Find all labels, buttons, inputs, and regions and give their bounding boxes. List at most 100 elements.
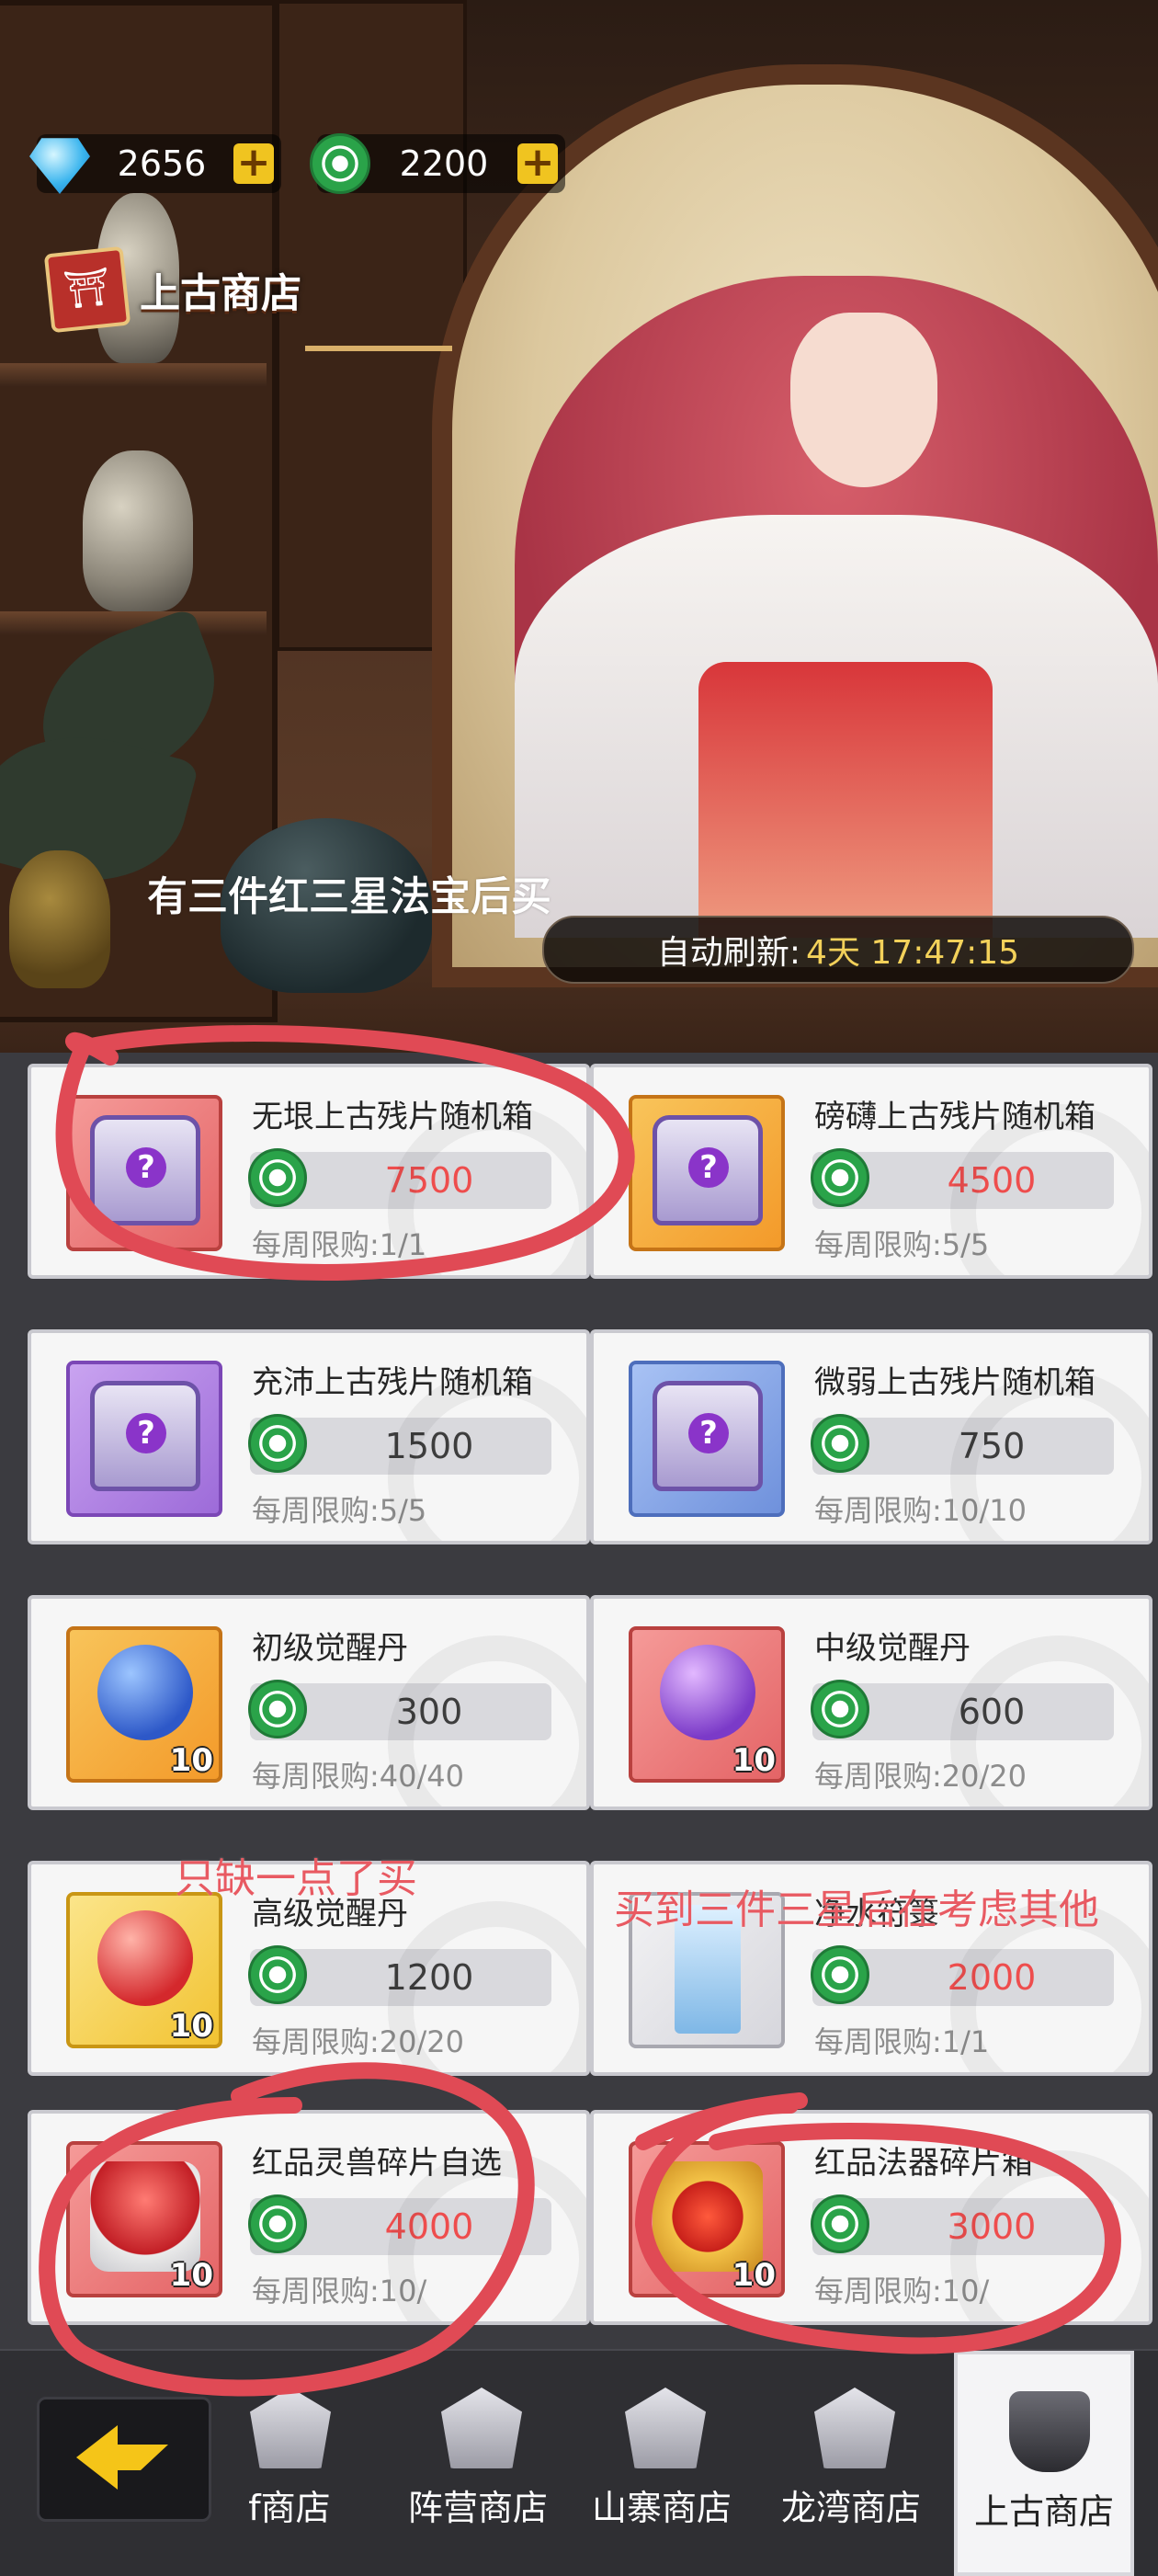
weekly-limit: 每周限购:10/10 — [814, 1493, 1027, 1528]
diamond-value: 2656 — [117, 143, 207, 184]
shop-banner: 2656 + 2200 + ⛩ 上古商店 自动刷新: 4天 17:47:15 有… — [0, 0, 1158, 1053]
item-icon-frame: 10 — [66, 1626, 222, 1783]
jade-coin-icon — [811, 1945, 869, 2004]
item-icon-frame — [629, 1095, 785, 1251]
item-name: 红品法器碎片箱 — [814, 2145, 1033, 2182]
item-name: 无垠上古残片随机箱 — [252, 1099, 533, 1135]
shop-item-grid: 无垠上古残片随机箱 7500 每周限购:1/1 磅礴上古残片随机箱 4500 每… — [0, 1053, 1158, 2349]
vase-decoration — [83, 450, 193, 611]
add-jade-button[interactable]: + — [517, 142, 558, 184]
tab-shop-1[interactable]: f商店 — [221, 2351, 358, 2576]
jade-coin-icon — [248, 1680, 307, 1738]
awakening-pill-icon — [660, 1645, 755, 1740]
item-quantity: 10 — [169, 2008, 213, 2045]
shopkeeper-skirt — [698, 662, 993, 938]
weekly-limit: 每周限购:1/1 — [252, 1227, 427, 1262]
shop-tab-icon — [250, 2388, 331, 2468]
annotation-top-note: 有三件红三星法宝后买 — [147, 873, 552, 921]
weekly-limit: 每周限购:20/20 — [252, 2024, 465, 2059]
tab-label: f商店 — [248, 2488, 331, 2528]
treasure-chest-icon — [90, 1381, 200, 1491]
red-beast-chest-icon — [90, 2161, 200, 2272]
jade-value: 2200 — [399, 143, 489, 184]
item-price: 3000 — [947, 2206, 1037, 2247]
item-quantity: 10 — [169, 2257, 213, 2294]
annotation-mid-note: 只缺一点了买 — [175, 1855, 417, 1902]
shop-item-card[interactable]: 无垠上古残片随机箱 7500 每周限购:1/1 — [28, 1064, 590, 1279]
item-quantity: 10 — [169, 1742, 213, 1779]
item-price: 7500 — [384, 1160, 474, 1201]
shop-item-card[interactable]: 10 红品灵兽碎片自选 4000 每周限购:10/ — [28, 2110, 590, 2325]
refresh-label: 自动刷新: — [656, 934, 801, 972]
shop-emblem-icon: ⛩ — [43, 245, 131, 334]
tab-stronghold-shop[interactable]: 山寨商店 — [570, 2351, 754, 2576]
weekly-limit: 每周限购:5/5 — [252, 1493, 427, 1528]
dragon-tab-icon — [814, 2388, 895, 2468]
add-diamond-button[interactable]: + — [233, 142, 274, 184]
diamond-icon — [29, 138, 90, 194]
jade-coin-icon — [248, 1148, 307, 1207]
weekly-limit: 每周限购:5/5 — [814, 1227, 990, 1262]
item-price: 4000 — [384, 2206, 474, 2247]
gate-tab-icon — [625, 2388, 706, 2468]
jade-counter: 2200 + — [310, 133, 565, 194]
gold-chest-icon — [653, 2161, 763, 2272]
jade-coin-icon — [248, 1414, 307, 1473]
shop-title-text: 上古商店 — [140, 270, 301, 317]
tab-dragon-bay-shop[interactable]: 龙湾商店 — [759, 2351, 943, 2576]
back-button[interactable] — [37, 2397, 211, 2522]
weekly-limit: 每周限购:1/1 — [814, 2024, 990, 2059]
jade-coin-icon — [811, 2194, 869, 2253]
shop-item-card[interactable]: 磅礴上古残片随机箱 4500 每周限购:5/5 — [590, 1064, 1152, 1279]
item-price: 1500 — [384, 1426, 474, 1466]
jade-coin-icon — [310, 133, 370, 194]
item-price: 750 — [958, 1426, 1026, 1466]
tab-ancient-shop[interactable]: 上古商店 — [954, 2351, 1134, 2576]
auto-refresh-timer: 自动刷新: 4天 17:47:15 — [542, 916, 1134, 984]
weekly-limit: 每周限购:10/ — [814, 2274, 990, 2308]
shopkeeper-face — [790, 313, 937, 487]
back-arrow-icon — [76, 2425, 168, 2490]
item-name: 微弱上古残片随机箱 — [814, 1364, 1096, 1401]
treasure-chest-icon — [653, 1115, 763, 1225]
tab-label: 龙湾商店 — [780, 2488, 921, 2528]
refresh-countdown: 4天 17:47:15 — [806, 934, 1020, 972]
item-name: 中级觉醒丹 — [814, 1630, 971, 1667]
item-icon-frame: 10 — [629, 1626, 785, 1783]
shop-item-card[interactable]: 10 红品法器碎片箱 3000 每周限购:10/ — [590, 2110, 1152, 2325]
bottom-nav: f商店 阵营商店 山寨商店 龙湾商店 上古商店 — [0, 2349, 1158, 2576]
annotation-right-note: 买到三件三星后在考虑其他 — [614, 1886, 1099, 1933]
item-name: 充沛上古残片随机箱 — [252, 1364, 533, 1401]
weekly-limit: 每周限购:40/40 — [252, 1759, 465, 1794]
item-price: 1200 — [384, 1957, 474, 1998]
diamond-counter: 2656 + — [29, 134, 281, 194]
item-price: 300 — [395, 1692, 463, 1732]
shop-item-card[interactable]: 微弱上古残片随机箱 750 每周限购:10/10 — [590, 1329, 1152, 1544]
shop-title: ⛩ 上古商店 — [43, 245, 452, 351]
item-price: 2000 — [947, 1957, 1037, 1998]
title-underline — [305, 346, 452, 351]
shop-item-card[interactable]: 充沛上古残片随机箱 1500 每周限购:5/5 — [28, 1329, 590, 1544]
item-icon-frame — [66, 1095, 222, 1251]
item-price: 600 — [958, 1692, 1026, 1732]
shelf-board — [0, 363, 267, 387]
item-quantity: 10 — [732, 1742, 776, 1779]
weekly-limit: 每周限购:20/20 — [814, 1759, 1027, 1794]
weekly-limit: 每周限购:10/ — [252, 2274, 427, 2308]
jade-coin-icon — [811, 1148, 869, 1207]
item-quantity: 10 — [732, 2257, 776, 2294]
item-icon-frame — [629, 1361, 785, 1517]
jade-coin-icon — [811, 1414, 869, 1473]
shop-item-card[interactable]: 10 中级觉醒丹 600 每周限购:20/20 — [590, 1595, 1152, 1810]
item-price: 4500 — [947, 1160, 1037, 1201]
item-icon-frame: 10 — [66, 1892, 222, 2048]
item-name: 初级觉醒丹 — [252, 1630, 408, 1667]
awakening-pill-icon — [97, 1910, 193, 2006]
ancient-shop-tab-icon — [1009, 2391, 1090, 2472]
tab-label: 山寨商店 — [591, 2488, 732, 2528]
tab-faction-shop[interactable]: 阵营商店 — [386, 2351, 570, 2576]
treasure-chest-icon — [653, 1381, 763, 1491]
shop-item-card[interactable]: 10 初级觉醒丹 300 每周限购:40/40 — [28, 1595, 590, 1810]
jade-coin-icon — [811, 1680, 869, 1738]
item-name: 磅礴上古残片随机箱 — [814, 1099, 1096, 1135]
